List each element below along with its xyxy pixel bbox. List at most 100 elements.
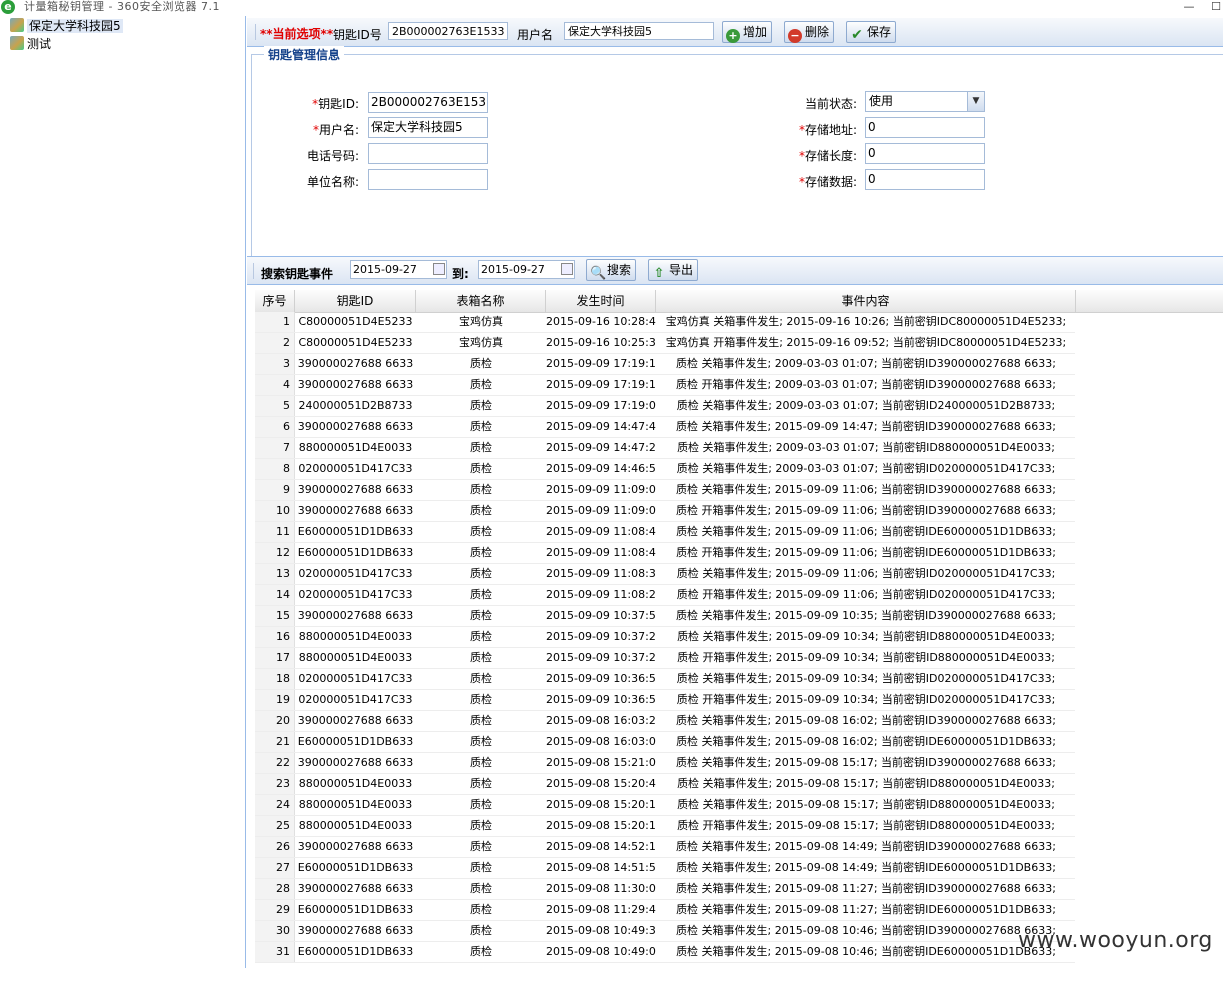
maximize-button[interactable]: ☐ — [1205, 0, 1223, 14]
data-field[interactable]: 0 — [865, 169, 985, 190]
calendar-icon[interactable] — [433, 263, 445, 275]
table-row[interactable]: 20 390000027688 6633 质检 2015-09-08 16:03:28… — [255, 711, 1075, 732]
from-date-input[interactable]: 2015-09-27 — [350, 260, 447, 279]
to-label: 到: — [452, 267, 469, 281]
row-number: 17 — [255, 648, 295, 668]
row-key-id: 390000027688 6633 — [297, 609, 414, 622]
browser-title-bar: e 计量箱秘钥管理 - 360安全浏览器 7.1 — ☐ — [0, 0, 1223, 16]
table-row[interactable]: 29 E60000051D1DB633 质检 2015-09-08 11:29:41 质… — [255, 900, 1075, 921]
row-time: 2015-09-09 11:08:32 — [546, 567, 656, 580]
table-row[interactable]: 8 020000051D417C33 质检 2015-09-09 14:46:58 质检… — [255, 459, 1075, 480]
row-box-name: 宝鸡仿真 — [459, 336, 503, 349]
row-number: 26 — [255, 837, 295, 857]
row-time: 2015-09-09 11:09:07 — [546, 504, 656, 517]
phone-field[interactable] — [368, 143, 488, 164]
row-number: 6 — [255, 417, 295, 437]
calendar-icon[interactable] — [561, 263, 573, 275]
chevron-down-icon[interactable]: ▼ — [967, 92, 984, 111]
table-row[interactable]: 19 020000051D417C33 质检 2015-09-09 10:36:55 质… — [255, 690, 1075, 711]
table-row[interactable]: 14 020000051D417C33 质检 2015-09-09 11:08:29 质… — [255, 585, 1075, 606]
table-row[interactable]: 9 390000027688 6633 质检 2015-09-09 11:09:08 质… — [255, 480, 1075, 501]
table-row[interactable]: 24 880000051D4E0033 质检 2015-09-08 15:20:19 质… — [255, 795, 1075, 816]
tree-item-baoding[interactable]: 保定大学科技园5 — [10, 18, 123, 34]
row-number: 29 — [255, 900, 295, 920]
table-row[interactable]: 23 880000051D4E0033 质检 2015-09-08 15:20:44 质… — [255, 774, 1075, 795]
row-time: 2015-09-08 16:03:04 — [546, 735, 656, 748]
col-header-box-name[interactable]: 表箱名称 — [416, 290, 546, 312]
unit-field[interactable] — [368, 169, 488, 190]
row-event: 质检 关箱事件发生; 2015-09-08 15:17; 当前密钥ID88000… — [677, 777, 1055, 790]
col-header-no[interactable]: 序号 — [255, 290, 295, 312]
key-id-field[interactable]: 2B000002763E1533 — [368, 92, 488, 113]
col-header-key-id[interactable]: 钥匙ID — [295, 290, 416, 312]
table-row[interactable]: 26 390000027688 6633 质检 2015-09-08 14:52:18… — [255, 837, 1075, 858]
to-date-input[interactable]: 2015-09-27 — [478, 260, 575, 279]
row-number: 11 — [255, 522, 295, 542]
table-row[interactable]: 17 880000051D4E0033 质检 2015-09-09 10:37:23 质… — [255, 648, 1075, 669]
table-row[interactable]: 2 C80000051D4E5233 宝鸡仿真 2015-09-16 10:25:39… — [255, 333, 1075, 354]
addr-field[interactable]: 0 — [865, 117, 985, 138]
table-row[interactable]: 15 390000027688 6633 质检 2015-09-09 10:37:51… — [255, 606, 1075, 627]
row-key-id: C80000051D4E5233 — [298, 315, 413, 328]
table-row[interactable]: 10 390000027688 6633 质检 2015-09-09 11:09:07… — [255, 501, 1075, 522]
table-row[interactable]: 3 390000027688 6633 质检 2015-09-09 17:19:13 质… — [255, 354, 1075, 375]
status-select[interactable]: 使用 ▼ — [865, 91, 985, 112]
row-event: 质检 关箱事件发生; 2015-09-09 10:35; 当前密钥ID39000… — [676, 609, 1056, 622]
row-box-name: 宝鸡仿真 — [459, 315, 503, 328]
row-event: 质检 关箱事件发生; 2015-09-08 14:49; 当前密钥IDE6000… — [676, 861, 1056, 874]
table-row[interactable]: 11 E60000051D1DB633 质检 2015-09-09 11:08:42 质… — [255, 522, 1075, 543]
row-box-name: 质检 — [470, 483, 492, 496]
minimize-button[interactable]: — — [1178, 0, 1200, 14]
table-row[interactable]: 28 390000027688 6633 质检 2015-09-08 11:30:08… — [255, 879, 1075, 900]
table-row[interactable]: 7 880000051D4E0033 质检 2015-09-09 14:47:20 质检… — [255, 438, 1075, 459]
row-box-name: 质检 — [470, 609, 492, 622]
row-box-name: 质检 — [470, 735, 492, 748]
export-button[interactable]: ⇧ 导出 — [648, 259, 699, 281]
row-key-id: 390000027688 6633 — [297, 714, 414, 727]
username-field[interactable]: 保定大学科技园5 — [368, 117, 488, 138]
row-number: 13 — [255, 564, 295, 584]
table-row[interactable]: 27 E60000051D1DB633 质检 2015-09-08 14:51:56 质… — [255, 858, 1075, 879]
toolbar-separator — [255, 24, 256, 40]
table-row[interactable]: 13 020000051D417C33 质检 2015-09-09 11:08:32 质… — [255, 564, 1075, 585]
row-event: 质检 关箱事件发生; 2009-03-03 01:07; 当前密钥ID39000… — [676, 357, 1056, 370]
toolbar-key-id-input[interactable]: 2B000002763E1533 — [388, 22, 508, 40]
row-box-name: 质检 — [470, 693, 492, 706]
table-row[interactable]: 5 240000051D2B8733 质检 2015-09-09 17:19:02 质检… — [255, 396, 1075, 417]
col-header-event[interactable]: 事件内容 — [656, 290, 1076, 312]
row-key-id: 390000027688 6633 — [297, 420, 414, 433]
row-box-name: 质检 — [470, 924, 492, 937]
row-time: 2015-09-09 17:19:02 — [546, 399, 656, 412]
row-time: 2015-09-09 17:19:10 — [546, 378, 656, 391]
row-box-name: 质检 — [470, 588, 492, 601]
row-number: 7 — [255, 438, 295, 458]
row-box-name: 质检 — [470, 420, 492, 433]
toolbar-username-input[interactable]: 保定大学科技园5 — [564, 22, 714, 40]
row-event: 质检 开箱事件发生; 2015-09-09 11:06; 当前密钥ID39000… — [676, 504, 1056, 517]
table-row[interactable]: 16 880000051D4E0033 质检 2015-09-09 10:37:25 质… — [255, 627, 1075, 648]
table-row[interactable]: 22 390000027688 6633 质检 2015-09-08 15:21:09… — [255, 753, 1075, 774]
table-row[interactable]: 1 C80000051D4E5233 宝鸡仿真 2015-09-16 10:28:40… — [255, 312, 1075, 333]
table-row[interactable]: 25 880000051D4E0033 质检 2015-09-08 15:20:16 质… — [255, 816, 1075, 837]
row-key-id: E60000051D1DB633 — [297, 525, 414, 538]
row-key-id: 880000051D4E0033 — [298, 630, 413, 643]
table-row[interactable]: 21 E60000051D1DB633 质检 2015-09-08 16:03:04 质… — [255, 732, 1075, 753]
tree-item-test[interactable]: 测试 — [10, 36, 51, 52]
add-button[interactable]: + 增加 — [722, 21, 773, 43]
save-button[interactable]: ✔ 保存 — [846, 21, 897, 43]
row-box-name: 质检 — [470, 777, 492, 790]
search-button[interactable]: 🔍搜索 — [586, 259, 637, 281]
row-time: 2015-09-09 14:47:20 — [546, 441, 656, 454]
plus-icon: + — [726, 29, 740, 43]
len-field[interactable]: 0 — [865, 143, 985, 164]
col-header-time[interactable]: 发生时间 — [546, 290, 656, 312]
table-row[interactable]: 18 020000051D417C33 质检 2015-09-09 10:36:58 质… — [255, 669, 1075, 690]
table-row[interactable]: 30 390000027688 6633 质检 2015-09-08 10:49:34… — [255, 921, 1075, 942]
delete-button[interactable]: − 删除 — [784, 21, 835, 43]
node-icon — [10, 36, 24, 50]
row-time: 2015-09-09 11:08:29 — [546, 588, 656, 601]
table-row[interactable]: 6 390000027688 6633 质检 2015-09-09 14:47:44 质… — [255, 417, 1075, 438]
table-row[interactable]: 31 E60000051D1DB633 质检 2015-09-08 10:49:09 质… — [255, 942, 1075, 963]
table-row[interactable]: 12 E60000051D1DB633 质检 2015-09-09 11:08:40 质… — [255, 543, 1075, 564]
table-row[interactable]: 4 390000027688 6633 质检 2015-09-09 17:19:10 质… — [255, 375, 1075, 396]
